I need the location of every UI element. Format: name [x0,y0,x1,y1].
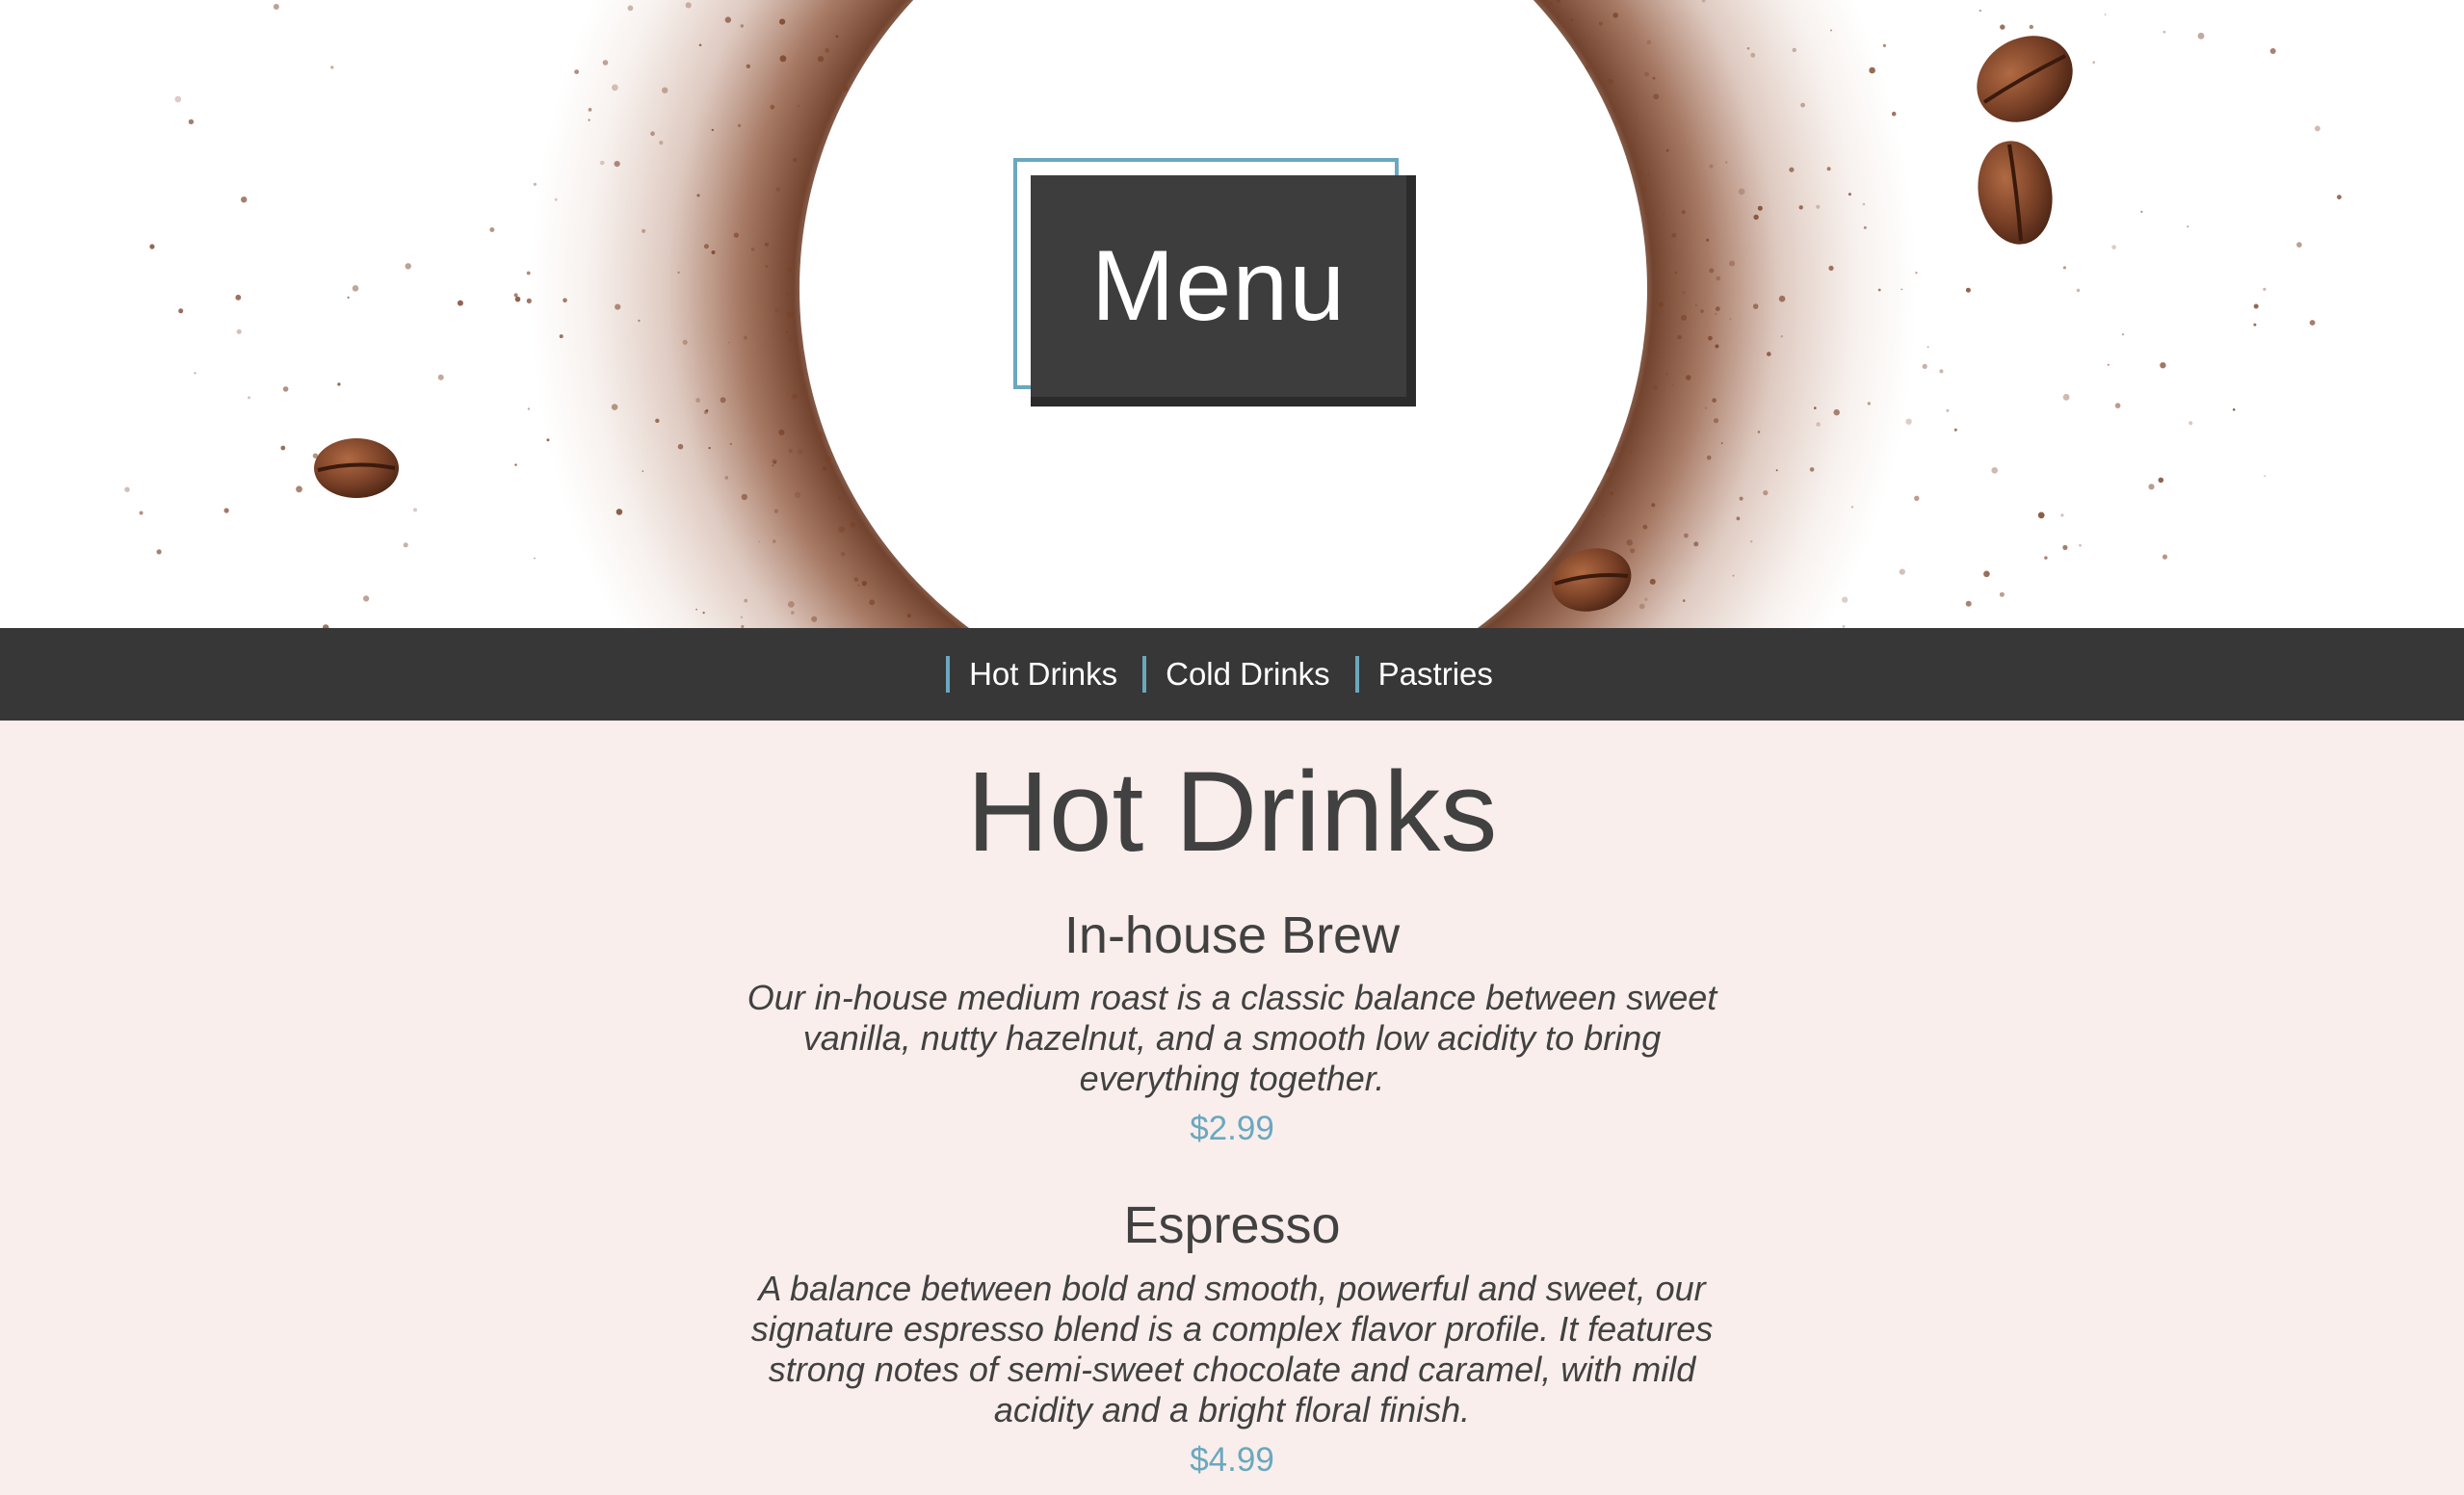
menu-item-price: $2.99 [1190,1110,1274,1148]
menu-content: Hot Drinks In-house Brew Our in-house me… [0,755,2464,1481]
menu-item: In-house Brew Our in-house medium roast … [741,906,1723,1149]
section-title: Hot Drinks [966,748,1498,876]
nav-list: Hot Drinks Cold Drinks Pastries [946,656,1518,693]
coffee-bean-icon [314,438,399,498]
hero-banner: Menu [0,0,2464,628]
menu-item-description: Our in-house medium roast is a classic b… [747,978,1717,1099]
menu-item-name: In-house Brew [1063,906,1401,964]
menu-item: Espresso A balance between bold and smoo… [741,1196,1723,1480]
title-card-panel: Menu [1031,175,1406,397]
nav-item-pastries[interactable]: Pastries [1354,656,1493,693]
coffee-bean-icon [1977,36,2073,122]
page-title: Menu [1090,230,1347,342]
nav-item-hot-drinks[interactable]: Hot Drinks [946,656,1117,693]
menu-title-card: Menu [1013,158,1416,407]
menu-item-price: $4.99 [1190,1440,1274,1479]
menu-item-description: A balance between bold and smooth, power… [750,1268,1714,1429]
category-nav: Hot Drinks Cold Drinks Pastries [0,628,2464,721]
menu-item-name: Espresso [1123,1196,1341,1255]
nav-item-cold-drinks[interactable]: Cold Drinks [1142,656,1330,693]
coffee-bean-icon [1978,141,2053,245]
